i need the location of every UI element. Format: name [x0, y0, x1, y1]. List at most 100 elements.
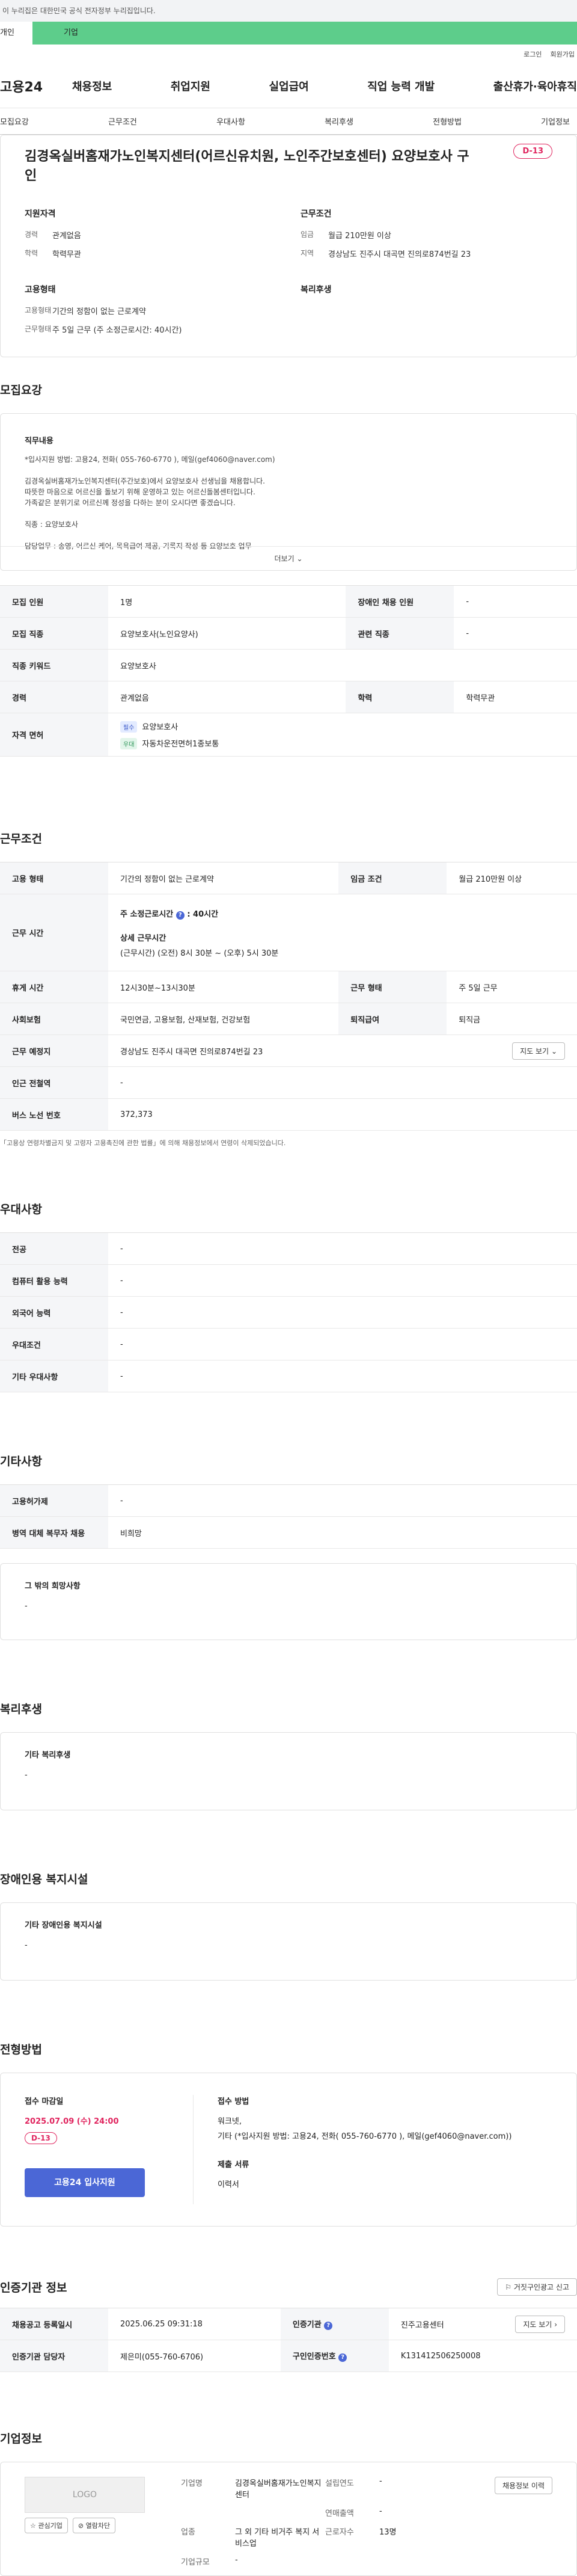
favorite-button[interactable]: ☆ 관심기업 — [25, 2518, 68, 2533]
docs-value: 이력서 — [218, 2180, 239, 2189]
wish-card: 그 밖의 희망사항 - — [0, 1563, 577, 1640]
duty-card: 직무내용 *입사지원 방법: 고용24, 전화( 055-760-6770 ),… — [0, 413, 577, 571]
map-button[interactable]: 지도 보기 ⌄ — [512, 1042, 565, 1060]
education-label: 학력 — [25, 249, 38, 257]
license-value: 요양보호사 — [142, 722, 179, 732]
keyword-label: 직종 키워드 — [0, 649, 108, 681]
career-label: 경력 — [25, 230, 38, 239]
table-row: 모집 인원 1명 장애인 채용 인원 - — [0, 585, 577, 618]
qualification-title: 지원자격 — [25, 209, 56, 219]
disability-value: - — [25, 1941, 28, 1950]
duty-line: 가족같은 분위기로 어르신께 정성을 다하는 분이 오시다면 좋겠습니다. — [25, 499, 236, 507]
utility-links: 로그인 회원가입 — [0, 45, 577, 64]
job-value: 요양보호사(노인요양사) — [108, 617, 346, 650]
org-map-button[interactable]: 지도 보기 › — [515, 2315, 565, 2333]
org-map-label: 지도 보기 — [523, 2320, 552, 2329]
count-value: 1명 — [108, 585, 346, 618]
pref-value: - — [108, 1296, 577, 1329]
welfare-card: 기타 복리후생 - — [0, 1732, 577, 1810]
anchor-process[interactable]: 전형방법 — [433, 115, 462, 127]
duty-line: *입사지원 방법: 고용24, 전화( 055-760-6770 ), 메일(g… — [25, 455, 275, 464]
job-label: 모집 직종 — [0, 617, 108, 650]
join-link[interactable]: 회원가입 — [551, 49, 575, 59]
age-notice: 「고용상 연령차별금지 및 고령자 고용촉진에 관한 법률」에 의해 채용정보에… — [0, 1139, 286, 1147]
more-button[interactable]: 더보기 ⌄ — [1, 546, 576, 570]
place-label: 근무 예정지 — [0, 1034, 108, 1067]
etc-value: 비희망 — [108, 1516, 577, 1549]
pref-section-title: 우대사항 — [0, 1203, 42, 1216]
detail-hours-value: (근무시간) (오전) 8시 30분 ~ (오후) 5시 30분 — [120, 948, 279, 958]
emptype-value: 기간의 정함이 없는 근로계약 — [52, 307, 146, 316]
work-table: 고용 형태 기간의 정함이 없는 근로계약 임금 조건 월급 210만원 이상 근무 … — [0, 862, 577, 1131]
wish-title: 그 밖의 희망사항 — [25, 1582, 81, 1591]
login-link[interactable]: 로그인 — [524, 49, 542, 59]
site-logo[interactable]: 고용24 — [0, 76, 72, 96]
block-label: 열람차단 — [85, 2522, 111, 2530]
block-button[interactable]: ⊘ 열람차단 — [72, 2518, 116, 2533]
map-button-label: 지도 보기 — [520, 1047, 549, 1056]
disabled-value: - — [454, 585, 577, 618]
table-row: 전공 - — [0, 1232, 577, 1265]
etc-table: 고용허가제 - 병역 대체 복무자 채용 비희망 — [0, 1484, 577, 1549]
anchor-pref[interactable]: 우대사항 — [216, 115, 245, 127]
info-icon[interactable]: ? — [338, 2353, 347, 2362]
duty-title: 직무내용 — [25, 437, 53, 446]
region-label: 지역 — [301, 249, 314, 257]
emp-value: 기간의 정함이 없는 근로계약 — [108, 862, 339, 894]
staff-label: 근로자수 — [325, 2528, 354, 2537]
disabled-label: 장애인 채용 인원 — [346, 585, 454, 618]
pref-table: 전공 - 컴퓨터 활용 능력 - 외국어 능력 - 우대조건 - 기타 우대사항 - — [0, 1232, 577, 1392]
info-icon[interactable]: ? — [324, 2322, 333, 2330]
employment-title: 고용형태 — [25, 285, 56, 295]
job-history-button[interactable]: 채용정보 이력 — [494, 2477, 552, 2494]
report-icon: ⚐ — [505, 2283, 512, 2292]
rest-value: 12시30분~13시30분 — [108, 971, 339, 1003]
table-row: 자격 면허 필수 요양보호사 우대 자동차운전면허1종보통 — [0, 713, 577, 757]
table-row: 사회보험 국민연금, 고용보험, 산재보험, 건강보험 퇴직급여 퇴직금 — [0, 1003, 577, 1035]
report-button[interactable]: ⚐ 거짓구인광고 신고 — [497, 2278, 577, 2296]
chevron-right-icon: › — [554, 2320, 557, 2329]
nav-support[interactable]: 취업지원 — [171, 78, 210, 94]
job-summary-card: 김경옥실버홈재가노인복지센터(어르신유치원, 노인주간보호센터) 요양보호사 구… — [0, 135, 577, 357]
nav-parental-leave[interactable]: 출산휴가·육아휴직 — [493, 78, 577, 94]
welfare-title: 복리후생 — [301, 285, 332, 295]
method-value: 워크넷, — [218, 2117, 242, 2126]
industry-label: 업종 — [181, 2528, 195, 2537]
table-row: 모집 직종 요양보호사(노인요양사) 관련 직종 - — [0, 617, 577, 650]
size-label: 기업규모 — [181, 2558, 210, 2567]
nav-unemployment[interactable]: 실업급여 — [269, 78, 309, 94]
license-value: 자동차운전면허1종보통 — [142, 739, 219, 749]
week-hours-value: : 40시간 — [187, 909, 219, 919]
anchor-welfare[interactable]: 복리후생 — [325, 115, 353, 127]
anchor-company[interactable]: 기업정보 — [541, 115, 570, 127]
report-label: 거짓구인광고 신고 — [513, 2283, 569, 2292]
wish-value: - — [25, 1602, 28, 1611]
nav-jobs[interactable]: 채용정보 — [72, 78, 112, 94]
place-value: 경상남도 진주시 대곡면 진의로874번길 23 — [120, 1047, 263, 1057]
apply-button[interactable]: 고용24 입사지원 — [25, 2168, 145, 2197]
anchor-work[interactable]: 근무조건 — [108, 115, 137, 127]
industry-value: 그 외 기타 비거주 복지 서비스업 — [235, 2528, 320, 2548]
table-row: 버스 노선 번호 372,373 — [0, 1098, 577, 1131]
conditions-title: 근무조건 — [301, 209, 332, 219]
staff-value: 13명 — [379, 2528, 397, 2537]
pref-label: 컴퓨터 활용 능력 — [0, 1264, 108, 1297]
table-row: 병역 대체 복무자 채용 비희망 — [0, 1516, 577, 1549]
company-name-label: 기업명 — [181, 2479, 203, 2488]
company-section-title: 기업정보 — [0, 2432, 42, 2445]
anchor-recruit[interactable]: 모집요강 — [0, 115, 29, 127]
wage-value: 월급 210만원 이상 — [328, 232, 391, 241]
table-row: 인증기관 담당자 제은미(055-760-6706) 구인인증번호 ? K131412… — [0, 2340, 577, 2372]
pref-label: 우대조건 — [0, 1328, 108, 1360]
tab-company[interactable]: 기업 — [32, 22, 577, 45]
tab-personal[interactable]: 개인 — [0, 22, 32, 45]
table-row: 근무 시간 주 소정근로시간 ? : 40시간 상세 근무시간 (근무시간) (… — [0, 894, 577, 971]
auth-table: 채용공고 등록일시 2025.06.25 09:31:18 인증기관 ? 진주고용센터… — [0, 2308, 577, 2372]
user-type-tabs: 개인 기업 — [0, 22, 577, 45]
wage-label: 임금 — [301, 230, 314, 239]
welfare-value: - — [25, 1771, 28, 1780]
info-icon[interactable]: ? — [176, 911, 185, 920]
job-title: 김경옥실버홈재가노인복지센터(어르신유치원, 노인주간보호센터) 요양보호사 구… — [25, 149, 469, 183]
nav-training[interactable]: 직업 능력 개발 — [367, 78, 435, 94]
table-row: 외국어 능력 - — [0, 1296, 577, 1329]
